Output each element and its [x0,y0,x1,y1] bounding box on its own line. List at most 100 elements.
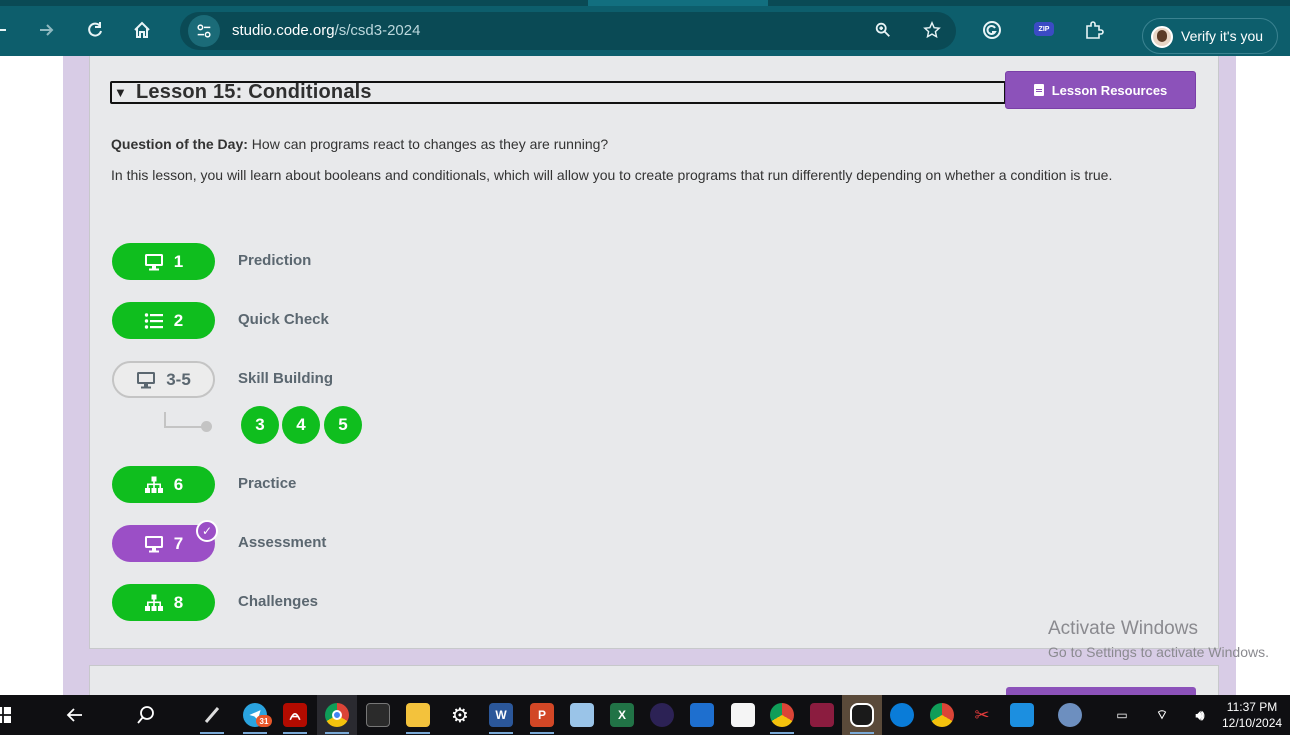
lesson-description: In this lesson, you will learn about boo… [111,167,1113,183]
zoom-icon[interactable] [874,21,894,41]
running-indicator [489,732,513,734]
running-indicator [850,732,874,734]
url-text[interactable]: studio.code.org/s/csd3-2024 [232,22,420,39]
activity-label-challenges[interactable]: Challenges [238,593,318,610]
lesson-resources-button[interactable]: Lesson Resources [1005,71,1196,109]
photos-icon[interactable] [1010,703,1034,727]
lesson-title-toggle[interactable]: ▼ Lesson 15: Conditionals [110,81,1006,104]
hierarchy-icon [144,476,163,493]
activity-label-practice[interactable]: Practice [238,475,296,492]
chrome-icon[interactable] [325,703,349,727]
running-indicator [530,732,554,734]
sublevel-connector-dot [201,421,212,432]
news-app-icon[interactable] [690,703,714,727]
clock-date: 12/10/2024 [1222,716,1283,730]
bookmark-star-icon[interactable] [923,21,943,41]
bot-app-icon[interactable] [850,703,874,727]
lesson-title: Lesson 15: Conditionals [136,81,372,103]
active-tab-hint [588,0,768,6]
terminal-icon[interactable] [366,703,390,727]
lesson-resources-label: Lesson Resources [1051,82,1168,98]
windows-taskbar: 31 ⚙ W P X ✂ ▭ ⌔ 🔊︎ 11:37 PM 12/10/2024 [0,695,1290,735]
sublevel-bubble-3[interactable]: 3 [241,406,279,444]
acrobat-icon[interactable] [283,703,307,727]
activity-label-quick-check[interactable]: Quick Check [238,311,329,328]
watermark-title: Activate Windows [1048,618,1198,639]
extensions-puzzle-icon[interactable] [1082,18,1106,42]
back-arrow-icon[interactable] [0,12,18,48]
battery-icon[interactable]: ▭ [1110,703,1134,727]
profile-verify-label: Verify it's you [1181,28,1264,44]
running-indicator [200,732,224,734]
word-icon[interactable]: W [489,703,513,727]
avatar [1151,26,1173,48]
pen-app-icon[interactable] [200,703,224,727]
excel-icon[interactable]: X [610,703,634,727]
blank-document-icon[interactable] [731,703,755,727]
eclipse-icon[interactable] [650,703,674,727]
activity-pill-8[interactable]: 8 [112,584,215,621]
file-explorer-icon[interactable] [406,703,430,727]
watermark-subtitle: Go to Settings to activate Windows. [1048,644,1269,660]
running-indicator [406,732,430,734]
activity-label-assessment[interactable]: Assessment [238,534,326,551]
activity-pill-3-5[interactable]: 3-5 [112,361,215,398]
browser-toolbar: studio.code.org/s/csd3-2024 ZIP Verify i… [0,0,1290,56]
running-indicator [243,732,267,734]
edge-icon[interactable] [890,703,914,727]
running-indicator [283,732,307,734]
chrome-profile-b-icon[interactable] [930,703,954,727]
running-indicator [770,732,794,734]
activity-pill-1[interactable]: 1 [112,243,215,280]
activity-number: 6 [173,474,184,494]
zip-extractor-icon[interactable]: ZIP [1034,22,1054,36]
question-of-the-day: Question of the Day: How can programs re… [111,136,608,152]
checkmark-icon: ✓ [196,520,218,542]
monitor-icon [137,371,156,388]
caret-down-icon: ▼ [114,84,127,100]
sublevel-bubble-4[interactable]: 4 [282,406,320,444]
monitor-icon [144,535,163,552]
list-icon [144,312,163,329]
hierarchy-icon [144,594,163,611]
sublevel-bubble-5[interactable]: 5 [324,406,362,444]
activity-label-prediction[interactable]: Prediction [238,252,311,269]
url-host: studio.code.org [232,22,335,39]
url-path: /s/csd3-2024 [334,22,421,39]
page-content: ▼ Lesson 15: Conditionals Lesson Resourc… [0,56,1290,695]
back-arrow-icon[interactable] [63,703,87,727]
qotd-text: How can programs react to changes as the… [251,136,609,152]
start-windows-icon[interactable] [0,703,12,727]
activity-number: 7 [173,533,184,553]
home-icon[interactable] [124,12,160,48]
chrome-profile-icon[interactable] [770,703,794,727]
address-bar[interactable]: studio.code.org/s/csd3-2024 [180,12,956,50]
grammarly-icon[interactable] [980,18,1004,42]
document-icon [1033,84,1044,96]
activate-windows-watermark: Activate Windows Go to Settings to activ… [1048,618,1269,660]
monitor-icon [144,253,163,270]
winrar-icon[interactable] [810,703,834,727]
activity-pill-6[interactable]: 6 [112,466,215,503]
activity-number: 8 [173,592,184,612]
site-info-icon[interactable] [188,15,220,47]
taskbar-clock[interactable]: 11:37 PM 12/10/2024 [1222,699,1282,731]
search-icon[interactable] [134,703,158,727]
snipping-tool-icon[interactable]: ✂ [970,703,994,727]
wifi-icon[interactable]: ⌔ [1150,703,1174,727]
reload-icon[interactable] [77,12,113,48]
qotd-label: Question of the Day: [111,136,248,152]
volume-icon[interactable]: 🔊︎ [1188,703,1212,727]
activity-label-skill-building[interactable]: Skill Building [238,370,333,387]
next-lesson-resources-button[interactable] [1006,687,1196,695]
forward-arrow-icon[interactable] [28,12,64,48]
weather-icon[interactable] [1058,703,1082,727]
powerpoint-icon[interactable]: P [530,703,554,727]
activity-pill-2[interactable]: 2 [112,302,215,339]
settings-gear-icon[interactable]: ⚙ [448,703,472,727]
clock-time: 11:37 PM [1226,700,1278,714]
activity-number: 3-5 [166,369,191,389]
notes-app-icon[interactable] [570,703,594,727]
profile-verify-button[interactable]: Verify it's you [1142,18,1278,54]
activity-number: 2 [173,310,184,330]
